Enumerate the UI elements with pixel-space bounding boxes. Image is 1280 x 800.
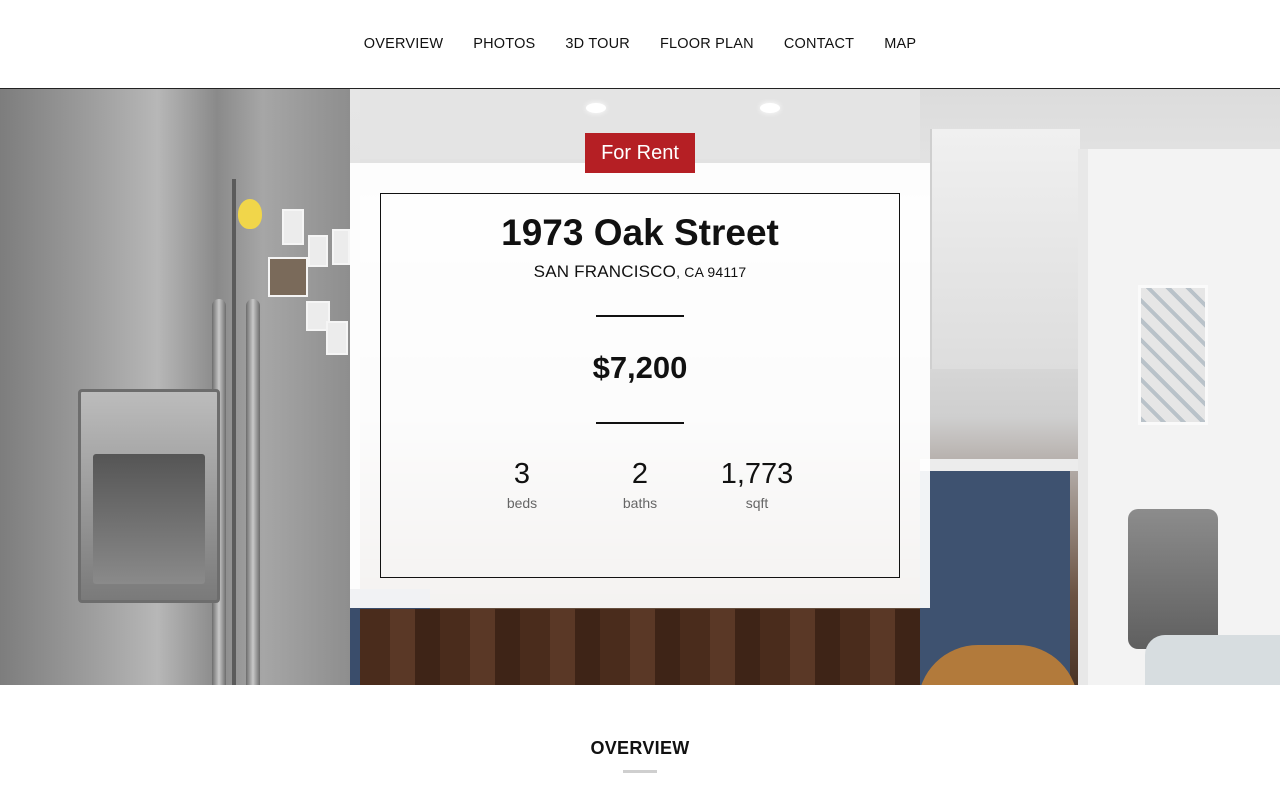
baths-label: baths (622, 495, 658, 511)
listing-street: 1973 Oak Street (501, 212, 779, 253)
nav-floor-plan-link[interactable]: FLOOR PLAN (645, 36, 769, 52)
fridge-photo (326, 321, 348, 355)
top-nav: OVERVIEW PHOTOS 3D TOUR FLOOR PLAN CONTA… (0, 0, 1280, 89)
baths-stat: 2 baths (590, 458, 690, 511)
nav-map-link[interactable]: MAP (869, 36, 931, 52)
sqft-label: sqft (745, 495, 769, 511)
sqft-stat: 1,773 sqft (707, 458, 807, 511)
nav-photos-link[interactable]: PHOTOS (458, 36, 550, 52)
right-upper-cabinet (930, 129, 1080, 369)
counter-top (920, 459, 1080, 471)
water-dispenser (78, 389, 220, 603)
beds-stat: 3 beds (472, 458, 572, 511)
overview-underline (623, 770, 657, 773)
listing-city: SAN FRANCISCO (533, 262, 677, 281)
for-rent-badge: For Rent (585, 133, 695, 173)
fridge-handle (246, 299, 260, 685)
fridge-photo (268, 257, 308, 297)
divider (596, 315, 684, 317)
nav-3d-tour-link[interactable]: 3D TOUR (550, 36, 645, 52)
listing-price: $7,200 (592, 350, 688, 385)
ceiling-light (760, 103, 780, 113)
fridge-photo (308, 235, 328, 267)
hardwood-floor (360, 609, 920, 685)
fridge-photo (332, 229, 350, 265)
ceiling-light (586, 103, 606, 113)
dining-table (1145, 635, 1280, 685)
baths-value: 2 (631, 458, 649, 490)
beds-value: 3 (513, 458, 531, 490)
beds-label: beds (506, 495, 538, 511)
fridge-door-split (232, 179, 236, 685)
nav-contact-link[interactable]: CONTACT (769, 36, 869, 52)
dispenser-recess (93, 454, 205, 584)
listing-city-line: SAN FRANCISCO, CA 94117 (380, 262, 900, 282)
fridge-photo (282, 209, 304, 245)
listing-state-zip: , CA 94117 (676, 264, 747, 280)
refrigerator (0, 89, 350, 685)
nav-overview-link[interactable]: OVERVIEW (349, 36, 459, 52)
glass-hutch-door (1138, 285, 1208, 425)
divider (596, 422, 684, 424)
duck-magnet (238, 199, 262, 229)
sqft-value: 1,773 (720, 458, 794, 490)
overview-heading: OVERVIEW (590, 738, 690, 758)
gray-chair (1128, 509, 1218, 649)
